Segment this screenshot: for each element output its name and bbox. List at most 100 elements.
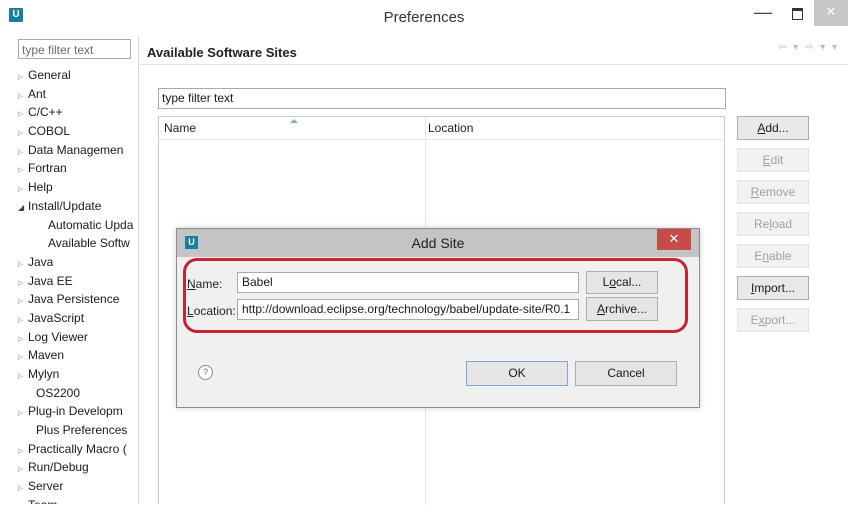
tree-item[interactable]: ▷ Maven bbox=[14, 346, 138, 365]
enable-button[interactable]: Enable bbox=[737, 244, 809, 268]
import-button[interactable]: Import... bbox=[737, 276, 809, 300]
collapsed-twisty-icon[interactable]: ▷ bbox=[14, 368, 28, 384]
tree-item[interactable]: ▷ Server bbox=[14, 477, 138, 496]
column-header-name[interactable]: Name bbox=[164, 117, 196, 139]
tree-item[interactable]: ▷ Java Persistence bbox=[14, 290, 138, 309]
tree-item[interactable]: ▷ Help bbox=[14, 178, 138, 197]
tree-item[interactable]: ◢ Install/Update bbox=[14, 197, 138, 216]
collapsed-twisty-icon[interactable]: ▷ bbox=[14, 349, 28, 365]
tree-item-label: COBOL bbox=[28, 124, 71, 139]
add-button[interactable]: Add... bbox=[737, 116, 809, 140]
collapsed-twisty-icon[interactable]: ▷ bbox=[14, 88, 28, 104]
dialog-close-button[interactable]: ✕ bbox=[657, 229, 691, 250]
dialog-title: Add Site bbox=[411, 235, 465, 251]
tree-item[interactable]: ▷ JavaScript bbox=[14, 309, 138, 328]
tree-item-label: Install/Update bbox=[28, 198, 102, 213]
name-field[interactable]: Babel bbox=[237, 272, 579, 293]
remove-button[interactable]: Remove bbox=[737, 180, 809, 204]
tree-item-label: Data Managemen bbox=[28, 142, 124, 157]
tree-item[interactable]: ▷ Java EE bbox=[14, 272, 138, 291]
tree-item-label: Server bbox=[28, 479, 64, 494]
tree-item[interactable]: ▷ Mylyn bbox=[14, 365, 138, 384]
tree-item[interactable]: ▷ Plug-in Developm bbox=[14, 402, 138, 421]
tree-item-label: Java Persistence bbox=[28, 292, 120, 307]
collapsed-twisty-icon[interactable]: ▷ bbox=[14, 480, 28, 496]
help-icon[interactable]: ? bbox=[198, 365, 213, 380]
tree-item[interactable]: ▷ COBOL bbox=[14, 122, 138, 141]
local-button-label: Local... bbox=[602, 275, 642, 289]
tree-item-label: Ant bbox=[28, 86, 47, 101]
collapsed-twisty-icon[interactable]: ▷ bbox=[14, 443, 28, 459]
maximize-icon bbox=[791, 8, 803, 20]
archive-button[interactable]: Archive... bbox=[586, 297, 658, 321]
reload-button-label: Reload bbox=[753, 217, 793, 231]
collapsed-twisty-icon[interactable]: ▷ bbox=[14, 499, 28, 505]
page-title: Available Software Sites bbox=[147, 45, 297, 60]
tree-item[interactable]: Automatic Upda bbox=[14, 216, 138, 235]
window-titlebar: U Preferences — ✕ bbox=[0, 0, 848, 36]
tree-filter-input[interactable]: type filter text bbox=[18, 39, 131, 59]
close-icon: ✕ bbox=[825, 4, 837, 19]
collapsed-twisty-icon[interactable]: ▷ bbox=[14, 125, 28, 141]
tree-item[interactable]: Available Softw bbox=[14, 234, 138, 253]
close-button[interactable]: ✕ bbox=[814, 0, 848, 26]
cancel-button[interactable]: Cancel bbox=[575, 361, 677, 386]
tree-item[interactable]: ▷ Practically Macro ( bbox=[14, 440, 138, 459]
collapsed-twisty-icon[interactable]: ▷ bbox=[14, 144, 28, 160]
tree-item[interactable]: ▷ C/C++ bbox=[14, 103, 138, 122]
collapsed-twisty-icon[interactable]: ▷ bbox=[14, 312, 28, 328]
column-header-location[interactable]: Location bbox=[428, 117, 473, 139]
tree-item-label: Java bbox=[28, 254, 54, 269]
collapsed-twisty-icon[interactable]: ▷ bbox=[14, 181, 28, 197]
view-menu-icon[interactable]: ▾ bbox=[832, 42, 839, 53]
tree-item[interactable]: OS2200 bbox=[14, 384, 138, 403]
export-button[interactable]: Export... bbox=[737, 308, 809, 332]
collapsed-twisty-icon[interactable]: ▷ bbox=[14, 405, 28, 421]
divider bbox=[140, 64, 848, 65]
minimize-button[interactable]: — bbox=[748, 0, 778, 26]
tree-item[interactable]: ▷Team bbox=[14, 496, 138, 504]
local-button[interactable]: Local... bbox=[586, 271, 658, 294]
name-label-text: Name: bbox=[187, 277, 223, 291]
sites-filter-input[interactable]: type filter text bbox=[158, 88, 726, 109]
remove-button-label: emove bbox=[759, 185, 796, 199]
collapsed-twisty-icon[interactable]: ▷ bbox=[14, 331, 28, 347]
collapsed-twisty-icon[interactable]: ▷ bbox=[14, 256, 28, 272]
back-arrow-icon[interactable]: ⇦ ▾ bbox=[778, 42, 800, 53]
tree-item[interactable]: ▷ General bbox=[14, 66, 138, 85]
archive-button-label: Archive... bbox=[596, 302, 648, 316]
dialog-titlebar: U Add Site ✕ bbox=[177, 229, 699, 257]
tree-item[interactable]: ▷ Fortran bbox=[14, 159, 138, 178]
tree-item-label: Plus Preferences bbox=[36, 423, 128, 438]
edit-button[interactable]: Edit bbox=[737, 148, 809, 172]
ok-button[interactable]: OK bbox=[466, 361, 568, 386]
collapsed-twisty-icon[interactable]: ▷ bbox=[14, 106, 28, 122]
forward-arrow-icon[interactable]: ⇨ ▾ bbox=[805, 42, 827, 53]
collapsed-twisty-icon[interactable]: ▷ bbox=[14, 461, 28, 477]
tree-item-label: Team bbox=[28, 498, 57, 504]
tree-item[interactable]: ▷ Ant bbox=[14, 85, 138, 104]
location-label: Location: bbox=[187, 304, 236, 318]
tree-item[interactable]: ▷ Log Viewer bbox=[14, 328, 138, 347]
tree-item-label: Run/Debug bbox=[28, 460, 89, 475]
tree-item-label: Plug-in Developm bbox=[28, 404, 123, 419]
name-label: Name: bbox=[187, 277, 222, 291]
collapsed-twisty-icon[interactable]: ▷ bbox=[14, 69, 28, 85]
tree-item[interactable]: ▷ Java bbox=[14, 253, 138, 272]
tree-item[interactable]: Plus Preferences bbox=[14, 421, 138, 440]
sort-indicator-icon bbox=[290, 119, 298, 123]
tree-item[interactable]: ▷ Data Managemen bbox=[14, 141, 138, 160]
collapsed-twisty-icon[interactable]: ▷ bbox=[14, 162, 28, 178]
enable-button-label: Enable bbox=[754, 249, 792, 263]
collapsed-twisty-icon[interactable]: ▷ bbox=[14, 293, 28, 309]
location-field[interactable]: http://download.eclipse.org/technology/b… bbox=[237, 299, 579, 320]
maximize-button[interactable] bbox=[782, 0, 812, 26]
history-navigation[interactable]: ⇦ ▾ ⇨ ▾ ▾ bbox=[778, 42, 839, 53]
tree-item-label: OS2200 bbox=[36, 385, 81, 400]
expanded-twisty-icon[interactable]: ◢ bbox=[14, 199, 28, 216]
collapsed-twisty-icon[interactable]: ▷ bbox=[14, 275, 28, 291]
reload-button[interactable]: Reload bbox=[737, 212, 809, 236]
edit-button-label: dit bbox=[770, 153, 784, 167]
tree-item[interactable]: ▷ Run/Debug bbox=[14, 458, 138, 477]
panel-splitter[interactable] bbox=[138, 36, 139, 504]
